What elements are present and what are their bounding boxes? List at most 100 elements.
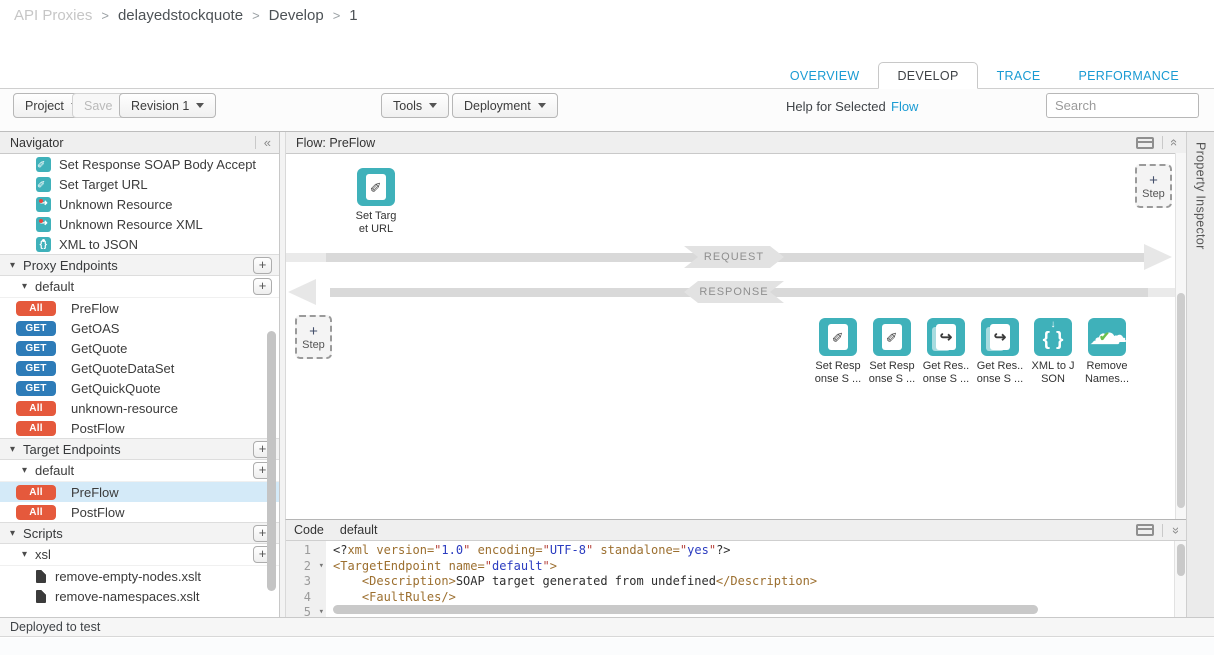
collapse-up-icon[interactable]: «: [1167, 139, 1182, 146]
navigator-header: Navigator «: [0, 132, 279, 154]
script-file-item[interactable]: remove-namespaces.xslt: [0, 586, 279, 606]
chevron-expanded-icon: ▾: [10, 528, 15, 539]
response-step-5[interactable]: ↓{}XML to J SON: [1026, 318, 1080, 386]
fold-toggle-icon[interactable]: ▾: [319, 559, 324, 575]
search-input[interactable]: [1046, 93, 1199, 118]
code-token: default: [492, 559, 543, 573]
code-token: SOAP target generated from undefined: [456, 574, 716, 588]
flow-item-getquote[interactable]: GETGetQuote: [0, 338, 279, 358]
section-header-target-endpoints[interactable]: ▾Target Endpoints+: [0, 438, 279, 460]
response-step-3[interactable]: ↪Get Res.. onse S ...: [919, 318, 973, 386]
flow-canvas: REQUEST RESPONSE + Step + Step ✎Set Targ…: [286, 153, 1186, 519]
code-token: [470, 543, 477, 557]
tab-performance[interactable]: PERFORMANCE: [1059, 62, 1198, 89]
breadcrumb-item[interactable]: 1: [349, 7, 357, 24]
split-pane-icon[interactable]: [1136, 137, 1154, 149]
line-number: 4: [304, 590, 311, 606]
arrow-glyph: ↪: [940, 330, 953, 345]
code-token: 1.0: [441, 543, 463, 557]
split-pane-icon[interactable]: [1136, 524, 1154, 536]
group-row-target-endpoints[interactable]: ▾default+: [0, 460, 279, 482]
response-step-1[interactable]: ✎Set Resp onse S ...: [811, 318, 865, 386]
code-editor[interactable]: 12▾345▾ <?xml version="1.0" encoding="UT…: [286, 541, 1175, 617]
flow-item-postflow[interactable]: All PostFlow: [0, 418, 279, 438]
flow-item-preflow[interactable]: All PreFlow: [0, 298, 279, 318]
deployment-menu-button[interactable]: Deployment: [452, 93, 558, 118]
policy-item[interactable]: ✎Set Response SOAP Body Accept: [0, 154, 279, 174]
response-step-6[interactable]: ☁☁✔Remove Names...: [1080, 318, 1134, 386]
flow-item-postflow[interactable]: AllPostFlow: [0, 502, 279, 522]
method-badge: All: [16, 301, 56, 316]
save-button-label: Save: [84, 99, 113, 113]
code-token: version=: [376, 543, 434, 557]
group-name: xsl: [35, 547, 51, 562]
section-header-scripts[interactable]: ▾Scripts+: [0, 522, 279, 544]
response-step-4[interactable]: ↪Get Res.. onse S ...: [973, 318, 1027, 386]
method-badge: All: [16, 421, 56, 436]
tab-trace[interactable]: TRACE: [978, 62, 1060, 89]
project-menu-label: Project: [25, 99, 64, 113]
breadcrumb-separator: >: [252, 8, 260, 23]
request-step-set-target-url[interactable]: ✎Set Targ et URL: [349, 168, 403, 236]
group-row-scripts[interactable]: ▾xsl+: [0, 544, 279, 566]
step-label: XML to J SON: [1032, 360, 1075, 386]
breadcrumb-item[interactable]: API Proxies: [14, 7, 92, 24]
flow-item-getquotedataset[interactable]: GETGetQuoteDataSet: [0, 358, 279, 378]
section-header-proxy-endpoints[interactable]: ▾Proxy Endpoints+: [0, 254, 279, 276]
collapse-panel-icon[interactable]: «: [264, 135, 271, 150]
flow-item-preflow[interactable]: AllPreFlow: [0, 482, 279, 502]
flow-item-getoas[interactable]: GETGetOAS: [0, 318, 279, 338]
canvas-scrollbar[interactable]: [1175, 153, 1186, 519]
navigator-scrollbar-thumb[interactable]: [267, 331, 276, 591]
breadcrumb-separator: >: [101, 8, 109, 23]
add-proxy-endpoints-button[interactable]: +: [253, 257, 272, 274]
code-vscrollbar-thumb[interactable]: [1177, 544, 1185, 576]
tab-bar: OVERVIEWDEVELOPTRACEPERFORMANCE: [771, 62, 1198, 89]
add-step-button-request[interactable]: + Step: [1135, 164, 1172, 208]
response-step-2[interactable]: ✎Set Resp onse S ...: [865, 318, 919, 386]
policy-item[interactable]: ↪Unknown Resource XML: [0, 214, 279, 234]
code-token: [441, 559, 448, 573]
flow-name: PreFlow: [71, 485, 119, 500]
flow-name: PostFlow: [71, 421, 124, 436]
policy-item[interactable]: ✎Set Target URL: [0, 174, 279, 194]
policy-item[interactable]: ↪Unknown Resource: [0, 194, 279, 214]
method-badge: GET: [16, 381, 56, 396]
method-badge: All: [16, 505, 56, 520]
plus-icon: +: [309, 324, 318, 339]
code-line: <FaultRules/>: [333, 590, 456, 606]
help-flow-link[interactable]: Flow: [891, 99, 918, 114]
code-hscrollbar-thumb[interactable]: [333, 605, 1038, 614]
script-file-item[interactable]: remove-empty-nodes.xslt: [0, 566, 279, 586]
pencil-glyph: ✎: [831, 331, 845, 343]
code-line: <Description>SOAP target generated from …: [333, 574, 817, 590]
navigator-tree: ✎Set Response SOAP Body Accept✎Set Targe…: [0, 154, 279, 617]
canvas-scrollbar-thumb[interactable]: [1177, 293, 1185, 508]
breadcrumb-item[interactable]: Develop: [269, 7, 324, 24]
code-file-tab[interactable]: default: [340, 523, 378, 537]
callout-icon: ↪: [981, 318, 1019, 356]
pencil-glyph: ✎: [369, 181, 383, 193]
paper-shape: ↪: [990, 324, 1010, 350]
collapse-down-icon[interactable]: «: [1167, 526, 1182, 533]
flow-item-getquickquote[interactable]: GETGetQuickQuote: [0, 378, 279, 398]
pencil-glyph: ✎: [38, 180, 48, 188]
fold-toggle-icon[interactable]: ▾: [319, 605, 324, 617]
property-inspector-strip[interactable]: Property Inspector: [1186, 132, 1214, 617]
tools-menu-button[interactable]: Tools: [381, 93, 449, 118]
add-step-button-response[interactable]: + Step: [295, 315, 332, 359]
save-button[interactable]: Save: [72, 93, 125, 118]
footer-area: [0, 638, 1214, 655]
tab-overview[interactable]: OVERVIEW: [771, 62, 879, 89]
flow-name: PreFlow: [71, 301, 119, 316]
revision-menu-button[interactable]: Revision 1: [119, 93, 216, 118]
tab-develop[interactable]: DEVELOP: [878, 62, 977, 89]
group-row-proxy-endpoints[interactable]: ▾default+: [0, 276, 279, 298]
add-step-label: Step: [1142, 189, 1165, 200]
flow-name: GetQuoteDataSet: [71, 361, 174, 376]
policy-item[interactable]: {}XML to JSON: [0, 234, 279, 254]
breadcrumb-item[interactable]: delayedstockquote: [118, 7, 243, 24]
add-flow-button[interactable]: +: [253, 278, 272, 295]
flow-item-unknown-resource[interactable]: Allunknown-resource: [0, 398, 279, 418]
code-token: yes: [687, 543, 709, 557]
